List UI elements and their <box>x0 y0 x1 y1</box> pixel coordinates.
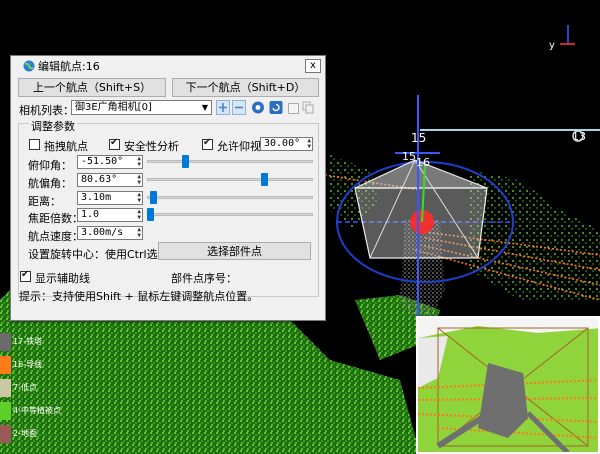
legend-label: 7-低点 <box>13 383 37 392</box>
allow-look-up-label: 允许仰视 <box>217 140 261 153</box>
prev-waypoint-button[interactable]: 上一个航点（Shift+S） <box>18 78 166 97</box>
yaw-value: 80.63° <box>81 174 118 185</box>
dialog-title: 编辑航点:16 <box>38 60 100 73</box>
allow-look-up-value: 30.00° <box>264 138 301 149</box>
distance-slider-thumb[interactable] <box>150 191 158 204</box>
part-index-label: 部件点序号： <box>171 272 237 285</box>
show-aux-lines-checkbox[interactable] <box>20 269 31 282</box>
copy-icon[interactable] <box>302 101 316 116</box>
adjust-params-title: 调整参数 <box>29 118 77 134</box>
refresh-icon[interactable] <box>269 100 283 115</box>
camera-select-value: 御3E广角相机[0] <box>75 102 152 113</box>
spin-arrows-icon[interactable]: ▲ ▼ <box>137 227 141 239</box>
next-waypoint-button[interactable]: 下一个航点（Shift+D） <box>172 78 319 97</box>
camera-list-label: 相机列表： <box>19 104 74 117</box>
legend-item: 4-中等植被点 <box>0 399 70 422</box>
legend-label: 17-铁塔 <box>13 337 43 346</box>
legend-item: 17-铁塔 <box>0 330 70 353</box>
add-camera-icon[interactable] <box>216 100 230 115</box>
pitch-label: 俯仰角： <box>28 159 72 172</box>
yaw-slider-track[interactable] <box>147 178 313 181</box>
camera-option-checkbox[interactable] <box>288 103 299 114</box>
spin-arrows-icon[interactable]: ▲ ▼ <box>137 192 141 204</box>
distance-label: 距离： <box>28 195 61 208</box>
show-aux-lines-label: 显示辅助线 <box>35 272 90 285</box>
camera-select[interactable]: 御3E广角相机[0] ▼ <box>71 100 212 115</box>
yaw-slider-thumb[interactable] <box>261 173 269 186</box>
globe-icon <box>23 60 35 72</box>
legend-item: 16-导线 <box>0 353 70 376</box>
hint-text: 提示：支持使用Shift + 鼠标左键调整航点位置。 <box>19 290 259 303</box>
safety-analysis-checkbox[interactable] <box>109 137 120 150</box>
distance-input[interactable]: 3.10m ▲ ▼ <box>77 191 143 205</box>
spin-arrows-icon[interactable]: ▲ ▼ <box>137 174 141 186</box>
allow-look-up-checkbox[interactable] <box>202 137 213 150</box>
dialog-titlebar[interactable]: 编辑航点:16 x <box>11 56 325 76</box>
pitch-slider-thumb[interactable] <box>181 155 189 168</box>
spin-arrows-icon[interactable]: ▲ ▼ <box>137 156 141 168</box>
safety-analysis-label: 安全性分析 <box>124 140 179 153</box>
legend-swatch <box>0 424 11 443</box>
legend-swatch <box>0 401 11 420</box>
allow-look-up-input[interactable]: 30.00° ▲ ▼ <box>260 137 313 151</box>
pitch-value: -51.50° <box>81 156 124 167</box>
pitch-input[interactable]: -51.50° ▲ ▼ <box>77 155 143 169</box>
drag-waypoint-checkbox[interactable] <box>29 139 40 150</box>
spin-arrows-icon[interactable]: ▲ ▼ <box>307 138 311 150</box>
legend-item: 2-地面 <box>0 422 70 445</box>
distance-value: 3.10m <box>81 192 112 203</box>
focal-slider-thumb[interactable] <box>147 208 154 221</box>
camera-preview-inset <box>416 316 600 454</box>
legend-label: 2-地面 <box>13 429 37 438</box>
chevron-down-icon: ▼ <box>201 103 208 112</box>
focal-slider-track[interactable] <box>147 213 313 216</box>
spin-arrows-icon[interactable]: ▲ ▼ <box>137 209 141 221</box>
legend-swatch <box>0 355 11 374</box>
yaw-label: 航偏角： <box>28 177 72 190</box>
close-button[interactable]: x <box>305 59 321 73</box>
drag-waypoint-label: 拖拽航点 <box>44 140 88 153</box>
legend-swatch <box>0 332 11 351</box>
focal-label: 焦距倍数： <box>28 212 83 225</box>
yaw-input[interactable]: 80.63° ▲ ▼ <box>77 173 143 187</box>
speed-label: 航点速度： <box>28 230 83 243</box>
camera-settings-icon[interactable] <box>251 100 265 115</box>
legend-label: 4-中等植被点 <box>13 406 61 415</box>
speed-value: 3.00m/s <box>81 227 124 238</box>
pitch-slider-track[interactable] <box>147 160 313 163</box>
distance-slider-track[interactable] <box>147 196 313 199</box>
focal-input[interactable]: 1.0 ▲ ▼ <box>77 208 143 222</box>
remove-camera-icon[interactable] <box>232 100 246 115</box>
select-part-button[interactable]: 选择部件点 <box>158 242 311 260</box>
legend-item: 7-低点 <box>0 376 70 399</box>
rotation-center-label: 设置旋转中心：使用Ctrl选点 <box>28 248 169 261</box>
class-legend: 17-铁塔 16-导线 7-低点 4-中等植被点 2-地面 <box>0 330 70 445</box>
focal-value: 1.0 <box>81 209 100 220</box>
speed-input[interactable]: 3.00m/s ▲ ▼ <box>77 226 143 240</box>
axis-y-label: y <box>549 40 555 51</box>
edit-waypoint-dialog: 编辑航点:16 x 上一个航点（Shift+S） 下一个航点（Shift+D） … <box>10 55 326 321</box>
legend-swatch <box>0 378 11 397</box>
legend-label: 16-导线 <box>13 360 43 369</box>
